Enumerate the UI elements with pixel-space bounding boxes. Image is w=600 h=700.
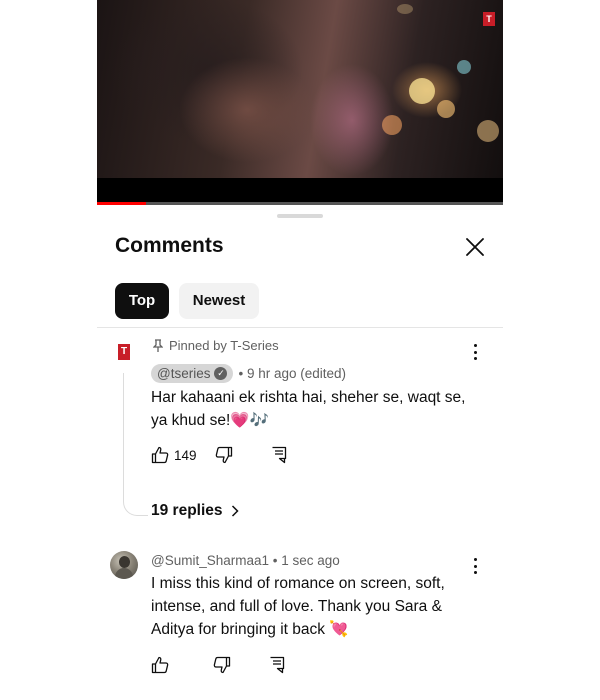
reply-comment-icon xyxy=(272,446,286,464)
dislike-button[interactable] xyxy=(213,656,231,674)
reply-comment-icon xyxy=(270,656,285,674)
close-icon[interactable] xyxy=(463,235,487,259)
comments-title: Comments xyxy=(115,234,224,257)
video-player[interactable]: T xyxy=(97,0,503,205)
drag-handle[interactable] xyxy=(277,214,323,218)
pinned-label: Pinned by T-Series xyxy=(153,338,279,353)
thumbs-up-icon xyxy=(151,656,169,674)
more-options-icon[interactable] xyxy=(469,343,481,361)
pinned-label-text: Pinned by T-Series xyxy=(169,338,279,353)
thumbs-up-icon xyxy=(151,446,169,464)
comment-time: • 9 hr ago (edited) xyxy=(238,366,347,381)
comment-actions xyxy=(151,656,285,674)
channel-watermark: T xyxy=(483,12,495,26)
comments-sheet: Comments Top Newest T Pinned by T-Series… xyxy=(97,205,503,700)
like-count: 149 xyxy=(174,447,197,463)
video-frame: T xyxy=(97,0,503,178)
reply-thread-line xyxy=(123,373,148,516)
like-button[interactable]: 149 xyxy=(151,446,197,464)
comment-text-line: intense, and full of love. Thank you Sar… xyxy=(151,598,442,615)
thumbs-down-icon xyxy=(215,446,232,464)
divider xyxy=(97,327,503,328)
sort-chip-newest[interactable]: Newest xyxy=(179,283,259,319)
channel-handle-badge[interactable]: @tseries ✓ xyxy=(151,364,234,383)
replies-count: 19 replies xyxy=(151,502,223,519)
view-replies-button[interactable]: 19 replies xyxy=(151,502,239,520)
comment-text: I miss this kind of romance on screen, s… xyxy=(151,572,476,641)
reply-button[interactable] xyxy=(269,656,285,674)
thumbs-down-icon xyxy=(213,656,231,674)
comment-meta: @Sumit_Sharmaa1 • 1 sec ago xyxy=(151,553,340,568)
comment-text-line: ya khud se!💗🎶 xyxy=(151,412,269,429)
chevron-right-icon xyxy=(231,505,239,517)
comment-text-line: Har kahaani ek rishta hai, sheher se, wa… xyxy=(151,389,466,406)
dislike-button[interactable] xyxy=(215,446,233,464)
sort-chip-top[interactable]: Top xyxy=(115,283,169,319)
comment-meta: @tseries ✓ • 9 hr ago (edited) xyxy=(151,364,346,383)
avatar[interactable]: T xyxy=(118,344,130,360)
comment-text-line: I miss this kind of romance on screen, s… xyxy=(151,575,445,592)
comment-actions: 149 xyxy=(151,446,287,464)
comment-text: Har kahaani ek rishta hai, sheher se, wa… xyxy=(151,386,476,432)
reply-button[interactable] xyxy=(271,446,287,464)
like-button[interactable] xyxy=(151,656,169,674)
verified-check-icon: ✓ xyxy=(214,367,228,380)
avatar[interactable] xyxy=(110,551,138,579)
channel-handle: @tseries xyxy=(157,366,211,381)
pin-icon xyxy=(153,338,163,352)
comment-text-line: Aditya for bringing it back 💘 xyxy=(151,621,349,638)
